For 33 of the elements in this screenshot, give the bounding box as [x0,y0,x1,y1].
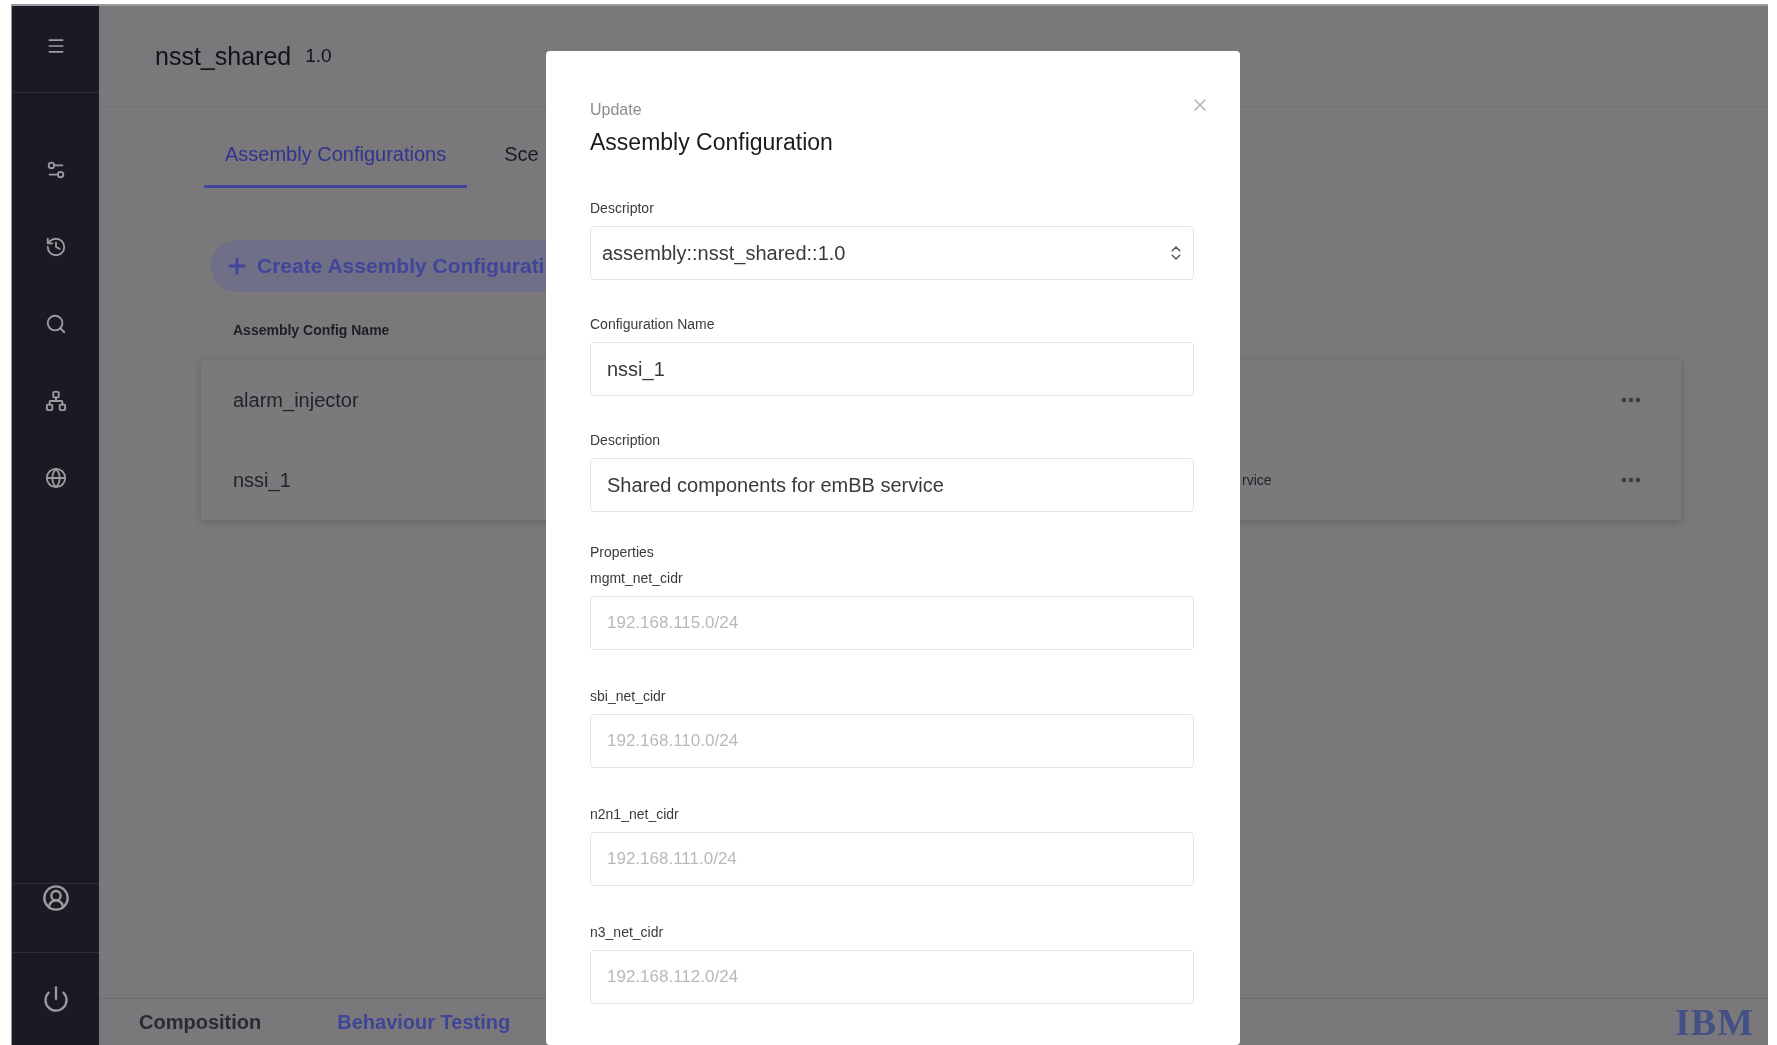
page-title: nsst_shared [155,41,292,71]
field-label: n3_net_cidr [590,924,665,940]
field-label: n2n1_net_cidr [590,806,680,822]
field-label: sbi_net_cidr [590,688,667,704]
more-icon[interactable] [1621,397,1641,403]
hierarchy-icon[interactable] [44,390,67,412]
globe-icon[interactable] [44,467,67,489]
text-field[interactable]: Shared components for emBB service [590,458,1194,512]
field-label: Configuration Name [590,316,716,332]
search-icon[interactable] [44,313,67,335]
tab[interactable]: Assembly Configurations [204,127,468,188]
history-icon[interactable] [44,236,67,258]
input-field[interactable]: 192.168.110.0/24 [590,714,1194,768]
table-cell: rvice [1242,472,1272,488]
descriptor-select[interactable]: assembly::nsst_shared::1.0 [590,226,1194,280]
table-cell: alarm_injector [233,388,359,412]
dialog-subtitle: Update [590,101,643,119]
power-icon[interactable] [41,985,70,1013]
field-label: Description [590,432,662,448]
table-cell: nssi_1 [233,468,291,492]
bottom-tab[interactable]: Composition [139,1010,262,1034]
version-label: 1.0 [305,45,332,67]
section-heading: Properties [590,544,655,560]
field-label: mgmt_net_cidr [590,570,684,586]
field-label: Descriptor [590,200,655,216]
input-field[interactable]: 192.168.115.0/24 [590,596,1194,650]
user-icon[interactable] [41,884,70,912]
more-icon[interactable] [1621,477,1641,483]
input-field[interactable]: 192.168.111.0/24 [590,832,1194,886]
text-field[interactable]: nssi_1 [590,342,1194,396]
input-field[interactable]: 192.168.112.0/24 [590,950,1194,1004]
column-header: Assembly Config Name [233,322,390,338]
dialog-title: Assembly Configuration [590,129,834,156]
